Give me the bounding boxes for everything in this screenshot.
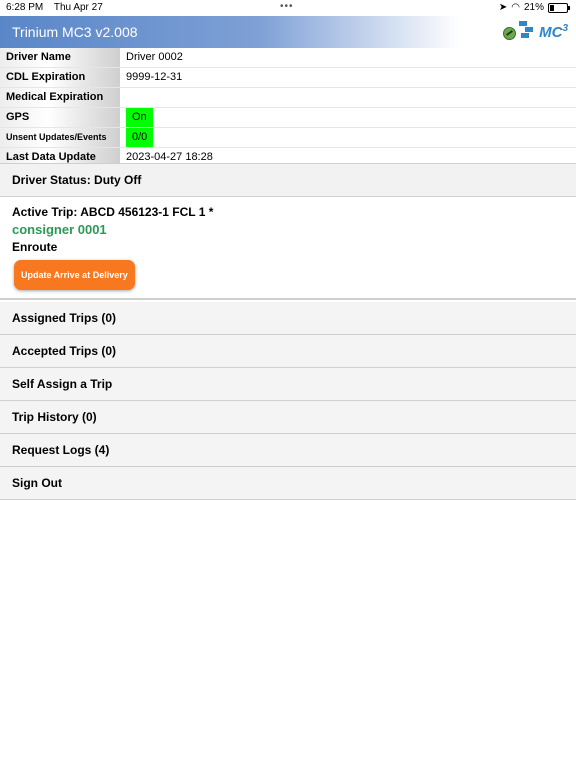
active-trip-title: Active Trip: ABCD 456123-1 FCL 1 *: [12, 205, 214, 219]
info-value: 9999-12-31: [126, 71, 183, 83]
menu-item-sign-out[interactable]: Sign Out: [0, 467, 576, 500]
info-label: GPS: [0, 108, 120, 127]
info-row-gps: GPS On: [0, 108, 576, 128]
driver-info-table: Driver Name Driver 0002 CDL Expiration 9…: [0, 48, 576, 168]
battery-icon: [548, 2, 570, 13]
info-row-medical-expiration: Medical Expiration: [0, 88, 576, 108]
info-value: [120, 88, 126, 107]
menu-item-self-assign-trip[interactable]: Self Assign a Trip: [0, 368, 576, 401]
trip-status: Enroute: [12, 240, 58, 254]
menu-item-trip-history[interactable]: Trip History (0): [0, 401, 576, 434]
logo-mark-icon: [519, 21, 537, 41]
consigner-name: consigner 0001: [12, 222, 107, 237]
info-row-driver-name: Driver Name Driver 0002: [0, 48, 576, 68]
status-date: Thu Apr 27: [53, 2, 103, 13]
driver-status-button[interactable]: Driver Status: Duty Off: [0, 163, 576, 197]
info-label: Medical Expiration: [0, 88, 120, 107]
wifi-icon: ◠: [511, 2, 520, 13]
info-label: Driver Name: [0, 48, 120, 67]
status-bar: 6:28 PM Thu Apr 27 ••• ➤ ◠ 21%: [0, 0, 576, 16]
info-label: CDL Expiration: [0, 68, 120, 87]
app-title: Trinium MC3 v2.008: [12, 24, 138, 40]
location-arrow-icon: ➤: [498, 2, 508, 13]
info-label: Unsent Updates/Events: [0, 128, 120, 147]
menu-item-request-logs[interactable]: Request Logs (4): [0, 434, 576, 467]
update-arrive-button[interactable]: Update Arrive at Delivery: [14, 260, 135, 290]
unsent-updates-badge: 0/0: [126, 128, 154, 147]
menu-item-accepted-trips[interactable]: Accepted Trips (0): [0, 335, 576, 368]
battery-percentage: 21%: [523, 2, 544, 13]
multitasking-dots-icon[interactable]: •••: [280, 1, 294, 12]
mc3-logo: MC3: [519, 21, 568, 41]
connection-status-icon[interactable]: [503, 27, 516, 40]
info-row-unsent-updates: Unsent Updates/Events 0/0: [0, 128, 576, 148]
active-trip-card: Active Trip: ABCD 456123-1 FCL 1 * consi…: [0, 197, 576, 300]
menu-item-assigned-trips[interactable]: Assigned Trips (0): [0, 302, 576, 335]
info-row-cdl-expiration: CDL Expiration 9999-12-31: [0, 68, 576, 88]
info-value: Driver 0002: [126, 51, 183, 63]
app-header: Trinium MC3 v2.008 MC3: [0, 16, 576, 48]
gps-status-badge: On: [126, 108, 153, 127]
status-time: 6:28 PM: [6, 2, 44, 13]
